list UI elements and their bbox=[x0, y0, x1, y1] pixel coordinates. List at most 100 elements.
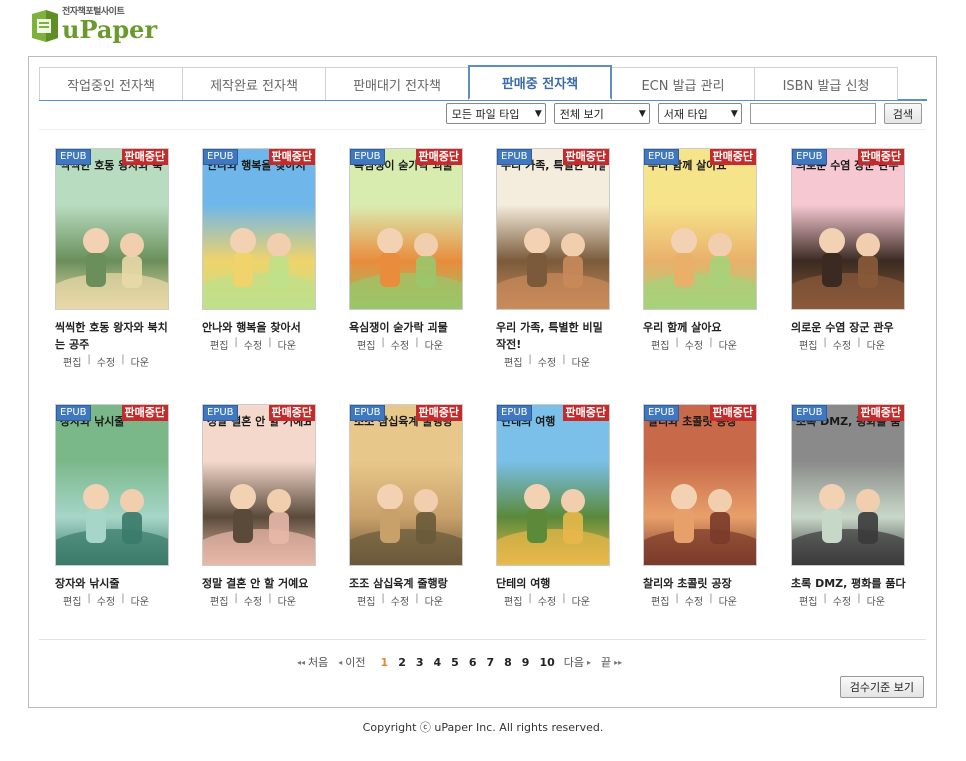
modify-link[interactable]: 수정 bbox=[391, 593, 409, 608]
download-link[interactable]: 다운 bbox=[867, 337, 885, 352]
book-cover[interactable]: 욕심쟁이 숟가락 괴물 EPUB 판매중단 bbox=[349, 148, 463, 310]
book-title[interactable]: 초록 DMZ, 평화를 품다 bbox=[791, 575, 909, 592]
book-cover[interactable]: 정말 결혼 안 할 거예요 EPUB 판매중단 bbox=[202, 404, 316, 566]
tab-in-progress[interactable]: 작업중인 전자책 bbox=[39, 67, 183, 100]
site-logo[interactable]: 전자책포털사이트 uPaper bbox=[30, 6, 157, 44]
download-link[interactable]: 다운 bbox=[719, 337, 737, 352]
book-title[interactable]: 조조 삼십육계 줄행랑 bbox=[349, 575, 467, 592]
prev-page-link[interactable]: ◂ 이전 bbox=[338, 654, 365, 670]
download-link[interactable]: 다운 bbox=[572, 354, 590, 369]
book-cover-illustration bbox=[497, 405, 609, 565]
search-input[interactable] bbox=[749, 103, 876, 124]
edit-link[interactable]: 편집 bbox=[504, 593, 522, 608]
edit-link[interactable]: 편집 bbox=[651, 337, 669, 352]
edit-link[interactable]: 편집 bbox=[799, 593, 817, 608]
download-link[interactable]: 다운 bbox=[131, 354, 149, 369]
next-page-link[interactable]: 다음 ▸ bbox=[564, 654, 591, 670]
download-link[interactable]: 다운 bbox=[425, 593, 443, 608]
tab-completed[interactable]: 제작완료 전자책 bbox=[182, 67, 326, 100]
modify-link[interactable]: 수정 bbox=[244, 337, 262, 352]
first-page-link[interactable]: ◂◂ 처음 bbox=[297, 654, 328, 670]
book-cover[interactable]: 단테의 여행 EPUB 판매중단 bbox=[496, 404, 610, 566]
modify-link[interactable]: 수정 bbox=[97, 593, 115, 608]
sale-status-badge: 판매중단 bbox=[415, 405, 462, 421]
edit-link[interactable]: 편집 bbox=[504, 354, 522, 369]
edit-link[interactable]: 편집 bbox=[63, 354, 81, 369]
page-number-link[interactable]: 6 bbox=[469, 656, 477, 669]
download-link[interactable]: 다운 bbox=[425, 337, 443, 352]
edit-link[interactable]: 편집 bbox=[210, 337, 228, 352]
prev-page-label: 이전 bbox=[345, 656, 366, 669]
edit-link[interactable]: 편집 bbox=[63, 593, 81, 608]
download-link[interactable]: 다운 bbox=[719, 593, 737, 608]
file-type-select[interactable]: 모든 파일 타입 ▼ bbox=[445, 103, 546, 124]
modify-link[interactable]: 수정 bbox=[833, 593, 851, 608]
book-title[interactable]: 씩씩한 호동 왕자와 북치는 공주 bbox=[55, 319, 173, 353]
book-title[interactable]: 찰리와 초콜릿 공장 bbox=[643, 575, 761, 592]
download-link[interactable]: 다운 bbox=[572, 593, 590, 608]
modify-link[interactable]: 수정 bbox=[685, 337, 703, 352]
edit-link[interactable]: 편집 bbox=[210, 593, 228, 608]
book-title[interactable]: 욕심쟁이 숟가락 괴물 bbox=[349, 319, 467, 336]
book-cover[interactable]: 안나와 행복을 찾아서 EPUB 판매중단 bbox=[202, 148, 316, 310]
tab-isbn[interactable]: ISBN 발급 신청 bbox=[754, 67, 898, 100]
book-cover[interactable]: 우리 함께 살아요 EPUB 판매중단 bbox=[643, 148, 757, 310]
separator: | bbox=[234, 593, 238, 604]
edit-link[interactable]: 편집 bbox=[357, 337, 375, 352]
last-page-link[interactable]: 끝 ▸▸ bbox=[601, 654, 622, 670]
book-cover[interactable]: 찰리와 초콜릿 공장 EPUB 판매중단 bbox=[643, 404, 757, 566]
book-actions: 편집 | 수정 | 다운 bbox=[799, 593, 911, 608]
book-title[interactable]: 장자와 낚시줄 bbox=[55, 575, 173, 592]
epub-badge: EPUB bbox=[350, 405, 385, 421]
page-number-link[interactable]: 7 bbox=[486, 656, 494, 669]
page-number-link[interactable]: 1 bbox=[381, 656, 389, 669]
download-link[interactable]: 다운 bbox=[867, 593, 885, 608]
page-number-link[interactable]: 8 bbox=[504, 656, 512, 669]
modify-link[interactable]: 수정 bbox=[244, 593, 262, 608]
book-cover[interactable]: 씩씩한 호동 왕자와 북 EPUB 판매중단 bbox=[55, 148, 169, 310]
search-button[interactable]: 검색 bbox=[883, 103, 922, 124]
modify-link[interactable]: 수정 bbox=[685, 593, 703, 608]
book-cover[interactable]: 의로운 수염 장군 관우 EPUB 판매중단 bbox=[791, 148, 905, 310]
download-link[interactable]: 다운 bbox=[278, 593, 296, 608]
edit-link[interactable]: 편집 bbox=[651, 593, 669, 608]
book-title[interactable]: 의로운 수염 장군 관우 bbox=[791, 319, 909, 336]
book-cover[interactable]: 우리 가족, 특별한 비밀 EPUB 판매중단 bbox=[496, 148, 610, 310]
tab-ecn[interactable]: ECN 발급 관리 bbox=[611, 67, 755, 100]
page-number-link[interactable]: 3 bbox=[416, 656, 424, 669]
book-card: 조조 삼십육계 줄행랑 EPUB 판매중단 조조 삼십육계 줄행랑 편집 | 수… bbox=[349, 404, 469, 608]
page-number-link[interactable]: 5 bbox=[451, 656, 459, 669]
book-title[interactable]: 우리 가족, 특별한 비밀 작전! bbox=[496, 319, 614, 353]
book-actions: 편집 | 수정 | 다운 bbox=[63, 593, 175, 608]
book-title[interactable]: 우리 함께 살아요 bbox=[643, 319, 761, 336]
tab-pending-sale[interactable]: 판매대기 전자책 bbox=[325, 67, 469, 100]
page-number-link[interactable]: 10 bbox=[539, 656, 554, 669]
modify-link[interactable]: 수정 bbox=[97, 354, 115, 369]
book-title[interactable]: 단테의 여행 bbox=[496, 575, 614, 592]
book-title[interactable]: 정말 결혼 안 할 거예요 bbox=[202, 575, 320, 592]
page-number-link[interactable]: 9 bbox=[522, 656, 530, 669]
modify-link[interactable]: 수정 bbox=[391, 337, 409, 352]
book-cover[interactable]: 장자와 낚시줄 EPUB 판매중단 bbox=[55, 404, 169, 566]
download-link[interactable]: 다운 bbox=[278, 337, 296, 352]
file-type-value: 모든 파일 타입 bbox=[451, 107, 520, 121]
download-link[interactable]: 다운 bbox=[131, 593, 149, 608]
modify-link[interactable]: 수정 bbox=[538, 593, 556, 608]
book-card: 안나와 행복을 찾아서 EPUB 판매중단 안나와 행복을 찾아서 편집 | 수… bbox=[202, 148, 322, 352]
epub-badge: EPUB bbox=[203, 405, 238, 421]
edit-link[interactable]: 편집 bbox=[799, 337, 817, 352]
edit-link[interactable]: 편집 bbox=[357, 593, 375, 608]
view-select[interactable]: 전체 보기 ▼ bbox=[553, 103, 650, 124]
review-criteria-button[interactable]: 검수기준 보기 bbox=[839, 676, 924, 698]
page-number-link[interactable]: 4 bbox=[434, 656, 442, 669]
tab-on-sale[interactable]: 판매중 전자책 bbox=[468, 65, 612, 100]
book-card: 찰리와 초콜릿 공장 EPUB 판매중단 찰리와 초콜릿 공장 편집 | 수정 … bbox=[643, 404, 763, 608]
book-title[interactable]: 안나와 행복을 찾아서 bbox=[202, 319, 320, 336]
book-cover[interactable]: 초록 DMZ, 평화를 품다 EPUB 판매중단 bbox=[791, 404, 905, 566]
modify-link[interactable]: 수정 bbox=[833, 337, 851, 352]
shelf-type-select[interactable]: 서재 타입 ▼ bbox=[657, 103, 742, 124]
modify-link[interactable]: 수정 bbox=[538, 354, 556, 369]
book-cover[interactable]: 조조 삼십육계 줄행랑 EPUB 판매중단 bbox=[349, 404, 463, 566]
book-card: 정말 결혼 안 할 거예요 EPUB 판매중단 정말 결혼 안 할 거예요 편집… bbox=[202, 404, 322, 608]
page-number-link[interactable]: 2 bbox=[398, 656, 406, 669]
